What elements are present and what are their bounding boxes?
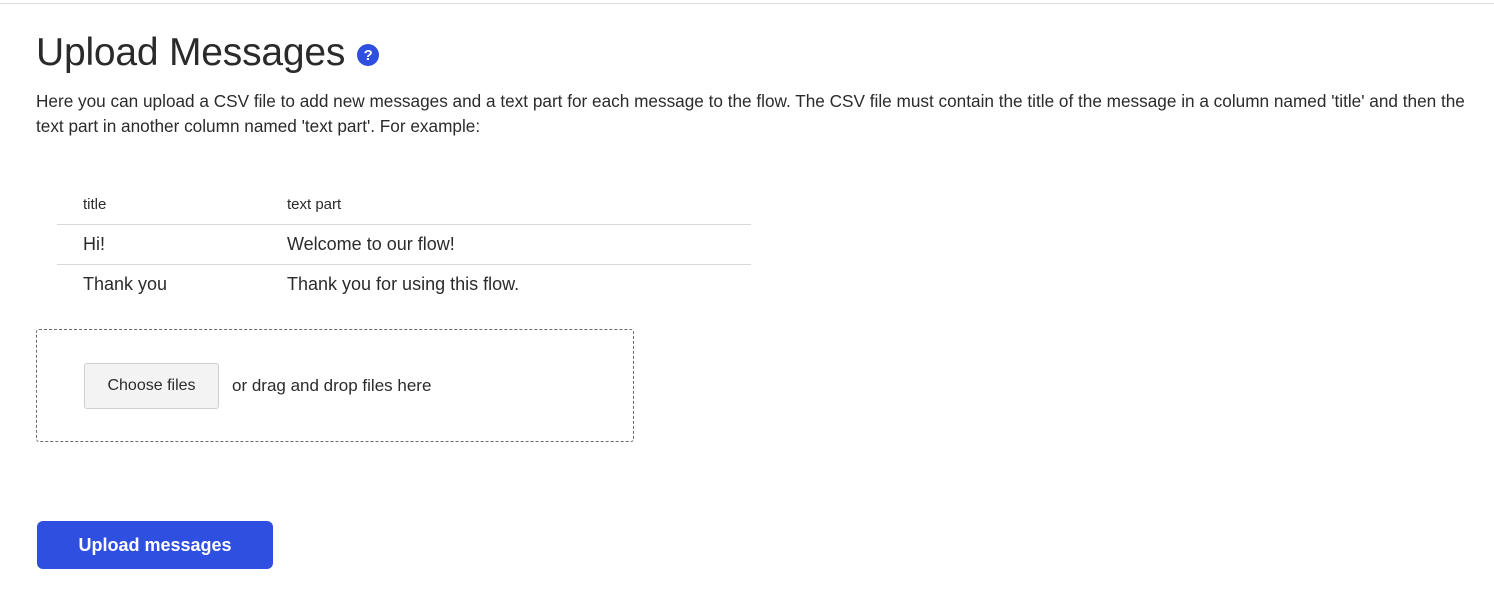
page: Upload Messages ? Here you can upload a … [0, 0, 1494, 590]
table-cell-text-part: Thank you for using this flow. [287, 274, 520, 294]
table-row: Hi! Welcome to our flow! [57, 224, 751, 265]
choose-files-button[interactable]: Choose files [84, 362, 219, 409]
table-header-row: title text part [57, 184, 751, 225]
table-cell-title: Hi! [57, 224, 261, 265]
table-cell-title: Thank you [83, 274, 168, 294]
intro-description: Here you can upload a CSV file to add ne… [36, 91, 1465, 136]
top-divider [0, 3, 1494, 4]
column-header-title: title [57, 184, 261, 225]
upload-messages-button[interactable]: Upload messages [37, 521, 273, 569]
page-title: Upload Messages [36, 31, 346, 74]
column-header-text-part: text part [261, 184, 751, 225]
table-row: Thank you Thank you for using this flow. [57, 265, 751, 305]
drop-hint-text: or drag and drop files here [232, 375, 432, 395]
csv-example-table: title text part Hi! Welcome to our flow!… [57, 184, 751, 304]
help-question-icon[interactable]: ? [357, 44, 380, 66]
table-cell-text-part: Welcome to our flow! [261, 224, 751, 265]
title-row: Upload Messages ? [36, 30, 380, 76]
file-dropzone[interactable]: Choose files or drag and drop files here [36, 329, 634, 442]
